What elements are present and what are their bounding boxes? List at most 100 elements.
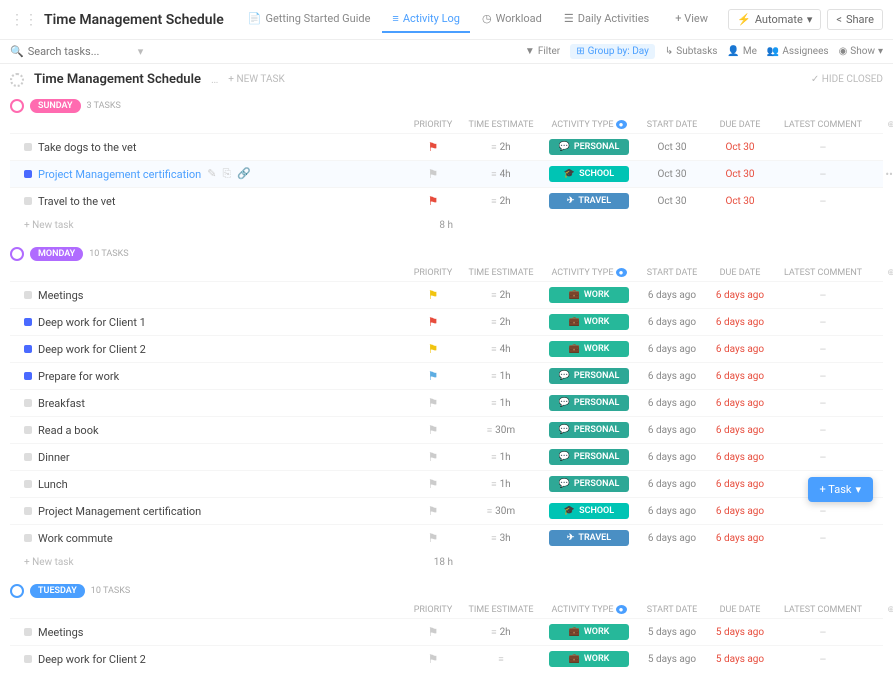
activity-type-badge[interactable]: 💼WORK bbox=[549, 287, 629, 303]
due-date[interactable]: 5 days ago bbox=[710, 627, 770, 638]
tab-getting-started-guide[interactable]: 📄Getting Started Guide bbox=[238, 6, 381, 33]
task-name[interactable]: Travel to the vet bbox=[38, 195, 115, 208]
due-date[interactable]: 6 days ago bbox=[710, 506, 770, 517]
activity-type-badge[interactable]: 🎓SCHOOL bbox=[549, 503, 629, 519]
task-name[interactable]: Read a book bbox=[38, 424, 99, 437]
priority-flag-icon[interactable]: ⚑ bbox=[428, 167, 439, 181]
task-row[interactable]: Dinner⚑1h💬PERSONAL6 days ago6 days ago– bbox=[10, 443, 883, 470]
task-name[interactable]: Meetings bbox=[38, 626, 83, 639]
due-date[interactable]: 6 days ago bbox=[710, 425, 770, 436]
task-name[interactable]: Project Management certification bbox=[38, 505, 201, 518]
status-square-icon[interactable] bbox=[24, 318, 32, 326]
task-row[interactable]: Deep work for Client 1⚑2h💼WORK6 days ago… bbox=[10, 308, 883, 335]
status-square-icon[interactable] bbox=[24, 345, 32, 353]
activity-type-badge[interactable]: 🎓SCHOOL bbox=[549, 166, 629, 182]
assignees-button[interactable]: 👥 Assignees bbox=[767, 46, 829, 57]
status-square-icon[interactable] bbox=[24, 453, 32, 461]
start-date[interactable]: 6 days ago bbox=[642, 452, 702, 463]
time-estimate[interactable]: 2h bbox=[466, 317, 536, 328]
tab-daily-activities[interactable]: ☰Daily Activities bbox=[554, 6, 659, 33]
status-square-icon[interactable] bbox=[24, 480, 32, 488]
priority-flag-icon[interactable]: ⚑ bbox=[428, 369, 439, 383]
priority-flag-icon[interactable]: ⚑ bbox=[428, 625, 439, 639]
status-square-icon[interactable] bbox=[24, 399, 32, 407]
task-row[interactable]: Take dogs to the vet⚑2h💬PERSONALOct 30Oc… bbox=[10, 133, 883, 160]
task-row[interactable]: Deep work for Client 2⚑4h💼WORK6 days ago… bbox=[10, 335, 883, 362]
day-badge[interactable]: SUNDAY bbox=[30, 99, 81, 113]
fab-new-task[interactable]: + Task ▾ bbox=[808, 477, 873, 502]
priority-flag-icon[interactable]: ⚑ bbox=[428, 652, 439, 666]
activity-type-badge[interactable]: 💬PERSONAL bbox=[549, 449, 629, 465]
task-row[interactable]: Project Management certification✎⎘🔗⚑4h🎓S… bbox=[10, 160, 883, 187]
time-estimate[interactable]: 4h bbox=[466, 169, 536, 180]
start-date[interactable]: Oct 30 bbox=[642, 142, 702, 153]
group-new-task[interactable]: + New task8 h bbox=[10, 214, 883, 237]
subtasks-button[interactable]: ↳ Subtasks bbox=[665, 46, 718, 57]
ellipsis-icon[interactable]: … bbox=[211, 73, 218, 86]
edit-icon[interactable]: ✎ bbox=[207, 167, 216, 181]
task-name[interactable]: Work commute bbox=[38, 532, 113, 545]
day-circle-icon[interactable] bbox=[10, 99, 24, 113]
start-date[interactable]: 6 days ago bbox=[642, 533, 702, 544]
day-circle-icon[interactable] bbox=[10, 584, 24, 598]
activity-type-badge[interactable]: 💬PERSONAL bbox=[549, 368, 629, 384]
start-date[interactable]: Oct 30 bbox=[642, 169, 702, 180]
start-date[interactable]: 6 days ago bbox=[642, 344, 702, 355]
activity-type-badge[interactable]: ✈TRAVEL bbox=[549, 530, 629, 546]
task-row[interactable]: Meetings⚑2h💼WORK5 days ago5 days ago– bbox=[10, 618, 883, 645]
copy-icon[interactable]: ⎘ bbox=[222, 167, 231, 181]
add-column-button[interactable]: ⊕ bbox=[876, 268, 893, 278]
time-estimate[interactable]: 2h bbox=[466, 142, 536, 153]
priority-flag-icon[interactable]: ⚑ bbox=[428, 477, 439, 491]
priority-flag-icon[interactable]: ⚑ bbox=[428, 194, 439, 208]
task-row[interactable]: Lunch⚑1h💬PERSONAL6 days ago6 days ago– bbox=[10, 470, 883, 497]
automate-button[interactable]: ⚡ Automate ▾ bbox=[728, 9, 821, 30]
start-date[interactable]: Oct 30 bbox=[642, 196, 702, 207]
day-badge[interactable]: MONDAY bbox=[30, 247, 83, 261]
time-estimate[interactable]: 2h bbox=[466, 627, 536, 638]
start-date[interactable]: 5 days ago bbox=[642, 627, 702, 638]
activity-type-badge[interactable]: 💼WORK bbox=[549, 314, 629, 330]
due-date[interactable]: 6 days ago bbox=[710, 452, 770, 463]
search-input[interactable] bbox=[28, 45, 128, 58]
start-date[interactable]: 6 days ago bbox=[642, 371, 702, 382]
task-name[interactable]: Breakfast bbox=[38, 397, 85, 410]
priority-flag-icon[interactable]: ⚑ bbox=[428, 140, 439, 154]
section-new-task[interactable]: + NEW TASK bbox=[228, 74, 284, 85]
task-name[interactable]: Deep work for Client 2 bbox=[38, 343, 146, 356]
time-estimate[interactable]: 3h bbox=[466, 533, 536, 544]
due-date[interactable]: 6 days ago bbox=[710, 290, 770, 301]
task-row[interactable]: Read a book⚑30m💬PERSONAL6 days ago6 days… bbox=[10, 416, 883, 443]
time-estimate[interactable]: 2h bbox=[466, 196, 536, 207]
priority-flag-icon[interactable]: ⚑ bbox=[428, 450, 439, 464]
add-column-button[interactable]: ⊕ bbox=[876, 605, 893, 615]
task-name[interactable]: Meetings bbox=[38, 289, 83, 302]
task-name[interactable]: Deep work for Client 1 bbox=[38, 316, 146, 329]
due-date[interactable]: 6 days ago bbox=[710, 479, 770, 490]
activity-type-badge[interactable]: 💬PERSONAL bbox=[549, 422, 629, 438]
activity-type-badge[interactable]: ✈TRAVEL bbox=[549, 193, 629, 209]
time-estimate[interactable]: 4h bbox=[466, 344, 536, 355]
me-button[interactable]: 👤 Me bbox=[727, 46, 757, 57]
day-badge[interactable]: TUESDAY bbox=[30, 584, 85, 598]
time-estimate[interactable]: 30m bbox=[466, 506, 536, 517]
task-row[interactable]: Work commute⚑3h✈TRAVEL6 days ago6 days a… bbox=[10, 524, 883, 551]
hide-closed-toggle[interactable]: ✓ HIDE CLOSED bbox=[811, 74, 883, 85]
status-square-icon[interactable] bbox=[24, 170, 32, 178]
due-date[interactable]: Oct 30 bbox=[710, 169, 770, 180]
status-square-icon[interactable] bbox=[24, 655, 32, 663]
time-estimate[interactable]: 30m bbox=[466, 425, 536, 436]
task-name[interactable]: Dinner bbox=[38, 451, 70, 464]
start-date[interactable]: 6 days ago bbox=[642, 398, 702, 409]
status-square-icon[interactable] bbox=[24, 534, 32, 542]
tab-activity-log[interactable]: ≡Activity Log bbox=[382, 6, 470, 33]
status-square-icon[interactable] bbox=[24, 372, 32, 380]
task-name[interactable]: Deep work for Client 2 bbox=[38, 653, 146, 666]
row-more-button[interactable]: ••• bbox=[876, 168, 893, 181]
activity-type-badge[interactable]: 💬PERSONAL bbox=[549, 476, 629, 492]
show-button[interactable]: ◉ Show ▾ bbox=[839, 46, 883, 57]
activity-type-badge[interactable]: 💬PERSONAL bbox=[549, 139, 629, 155]
task-row[interactable]: Deep work for Client 2⚑💼WORK5 days ago5 … bbox=[10, 645, 883, 672]
priority-flag-icon[interactable]: ⚑ bbox=[428, 423, 439, 437]
time-estimate[interactable]: 1h bbox=[466, 452, 536, 463]
